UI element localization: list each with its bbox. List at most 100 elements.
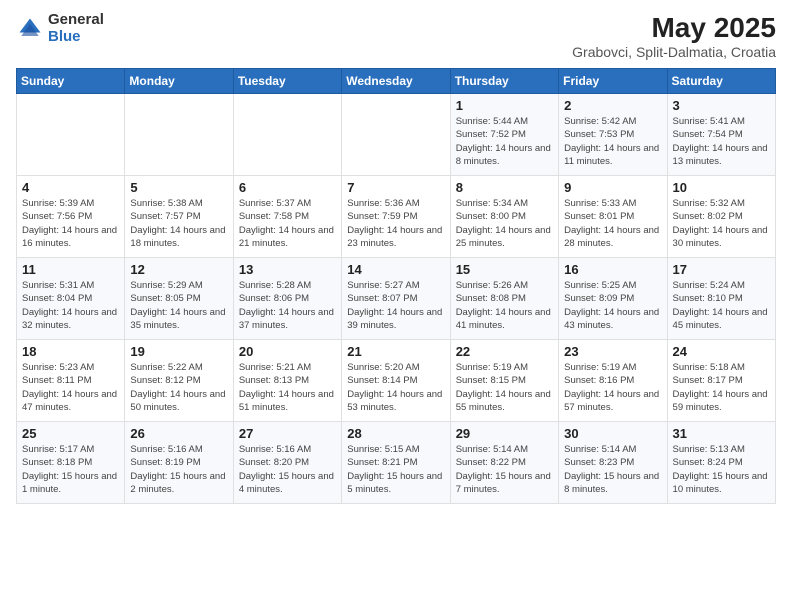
calendar-week-5: 25Sunrise: 5:17 AM Sunset: 8:18 PM Dayli…: [17, 422, 776, 504]
calendar-cell: 10Sunrise: 5:32 AM Sunset: 8:02 PM Dayli…: [667, 176, 775, 258]
day-detail: Sunrise: 5:19 AM Sunset: 8:16 PM Dayligh…: [564, 361, 661, 414]
col-wednesday: Wednesday: [342, 69, 450, 94]
calendar-cell: 29Sunrise: 5:14 AM Sunset: 8:22 PM Dayli…: [450, 422, 558, 504]
day-number: 1: [456, 98, 553, 113]
day-number: 21: [347, 344, 444, 359]
day-number: 30: [564, 426, 661, 441]
day-number: 16: [564, 262, 661, 277]
calendar-cell: 2 Sunrise: 5:42 AM Sunset: 7:53 PM Daylig…: [559, 94, 667, 176]
calendar-cell: 23 Sunrise: 5:19 AM Sunset: 8:16 PM Dayli…: [559, 340, 667, 422]
calendar-cell: 16 Sunrise: 5:25 AM Sunset: 8:09 PM Dayli…: [559, 258, 667, 340]
calendar-cell: 9Sunrise: 5:33 AM Sunset: 8:01 PM Daylig…: [559, 176, 667, 258]
day-detail: Sunrise: 5:38 AM Sunset: 7:57 PM Dayligh…: [130, 197, 227, 250]
day-number: 5: [130, 180, 227, 195]
col-friday: Friday: [559, 69, 667, 94]
day-detail: Sunrise: 5:16 AM Sunset: 8:20 PM Dayligh…: [239, 443, 336, 496]
logo-general-text: General: [48, 12, 104, 29]
day-detail: Sunrise: 5:19 AM Sunset: 8:15 PM Dayligh…: [456, 361, 553, 414]
day-number: 2: [564, 98, 661, 113]
day-detail: Sunrise: 5:25 AM Sunset: 8:09 PM Dayligh…: [564, 279, 661, 332]
calendar-week-3: 11Sunrise: 5:31 AM Sunset: 8:04 PM Dayli…: [17, 258, 776, 340]
logo-blue-text: Blue: [48, 29, 104, 46]
day-detail: Sunrise: 5:14 AM Sunset: 8:22 PM Dayligh…: [456, 443, 553, 496]
day-detail: Sunrise: 5:24 AM Sunset: 8:10 PM Dayligh…: [673, 279, 770, 332]
day-detail: Sunrise: 5:34 AM Sunset: 8:00 PM Dayligh…: [456, 197, 553, 250]
day-number: 6: [239, 180, 336, 195]
calendar-cell: 7 Sunrise: 5:36 AM Sunset: 7:59 PM Daylig…: [342, 176, 450, 258]
col-thursday: Thursday: [450, 69, 558, 94]
calendar-week-4: 18 Sunrise: 5:23 AM Sunset: 8:11 PM Dayli…: [17, 340, 776, 422]
calendar-body: 1 Sunrise: 5:44 AM Sunset: 7:52 PM Daylig…: [17, 94, 776, 504]
day-detail: Sunrise: 5:14 AM Sunset: 8:23 PM Dayligh…: [564, 443, 661, 496]
day-number: 23: [564, 344, 661, 359]
calendar-cell: 4Sunrise: 5:39 AM Sunset: 7:56 PM Daylig…: [17, 176, 125, 258]
day-number: 13: [239, 262, 336, 277]
day-detail: Sunrise: 5:41 AM Sunset: 7:54 PM Dayligh…: [673, 115, 770, 168]
page-container: General Blue May 2025 Grabovci, Split-Da…: [0, 0, 792, 512]
calendar-cell: [17, 94, 125, 176]
day-detail: Sunrise: 5:37 AM Sunset: 7:58 PM Dayligh…: [239, 197, 336, 250]
col-sunday: Sunday: [17, 69, 125, 94]
day-detail: Sunrise: 5:33 AM Sunset: 8:01 PM Dayligh…: [564, 197, 661, 250]
day-detail: Sunrise: 5:32 AM Sunset: 8:02 PM Dayligh…: [673, 197, 770, 250]
day-number: 19: [130, 344, 227, 359]
day-detail: Sunrise: 5:18 AM Sunset: 8:17 PM Dayligh…: [673, 361, 770, 414]
day-number: 17: [673, 262, 770, 277]
calendar-cell: [125, 94, 233, 176]
day-detail: Sunrise: 5:21 AM Sunset: 8:13 PM Dayligh…: [239, 361, 336, 414]
day-number: 18: [22, 344, 119, 359]
calendar-cell: 5 Sunrise: 5:38 AM Sunset: 7:57 PM Daylig…: [125, 176, 233, 258]
day-detail: Sunrise: 5:36 AM Sunset: 7:59 PM Dayligh…: [347, 197, 444, 250]
day-detail: Sunrise: 5:23 AM Sunset: 8:11 PM Dayligh…: [22, 361, 119, 414]
day-detail: Sunrise: 5:39 AM Sunset: 7:56 PM Dayligh…: [22, 197, 119, 250]
day-detail: Sunrise: 5:22 AM Sunset: 8:12 PM Dayligh…: [130, 361, 227, 414]
day-number: 15: [456, 262, 553, 277]
calendar-cell: [342, 94, 450, 176]
day-detail: Sunrise: 5:20 AM Sunset: 8:14 PM Dayligh…: [347, 361, 444, 414]
day-number: 20: [239, 344, 336, 359]
calendar-cell: 24 Sunrise: 5:18 AM Sunset: 8:17 PM Dayli…: [667, 340, 775, 422]
calendar-cell: 27 Sunrise: 5:16 AM Sunset: 8:20 PM Dayli…: [233, 422, 341, 504]
calendar-header: Sunday Monday Tuesday Wednesday Thursday…: [17, 69, 776, 94]
day-number: 14: [347, 262, 444, 277]
day-number: 22: [456, 344, 553, 359]
day-detail: Sunrise: 5:16 AM Sunset: 8:19 PM Dayligh…: [130, 443, 227, 496]
day-detail: Sunrise: 5:26 AM Sunset: 8:08 PM Dayligh…: [456, 279, 553, 332]
title-block: May 2025 Grabovci, Split-Dalmatia, Croat…: [572, 12, 776, 60]
day-number: 27: [239, 426, 336, 441]
day-number: 28: [347, 426, 444, 441]
calendar-cell: 17 Sunrise: 5:24 AM Sunset: 8:10 PM Dayli…: [667, 258, 775, 340]
calendar-cell: 25Sunrise: 5:17 AM Sunset: 8:18 PM Dayli…: [17, 422, 125, 504]
calendar-cell: [233, 94, 341, 176]
calendar-cell: 31 Sunrise: 5:13 AM Sunset: 8:24 PM Dayli…: [667, 422, 775, 504]
page-header: General Blue May 2025 Grabovci, Split-Da…: [16, 12, 776, 60]
logo-icon: [16, 15, 44, 43]
col-saturday: Saturday: [667, 69, 775, 94]
calendar-cell: 13 Sunrise: 5:28 AM Sunset: 8:06 PM Dayli…: [233, 258, 341, 340]
logo: General Blue: [16, 12, 104, 45]
calendar-cell: 26 Sunrise: 5:16 AM Sunset: 8:19 PM Dayli…: [125, 422, 233, 504]
day-number: 3: [673, 98, 770, 113]
calendar-week-2: 4Sunrise: 5:39 AM Sunset: 7:56 PM Daylig…: [17, 176, 776, 258]
calendar-cell: 30 Sunrise: 5:14 AM Sunset: 8:23 PM Dayli…: [559, 422, 667, 504]
day-number: 12: [130, 262, 227, 277]
day-number: 31: [673, 426, 770, 441]
calendar-cell: 22 Sunrise: 5:19 AM Sunset: 8:15 PM Dayli…: [450, 340, 558, 422]
day-number: 24: [673, 344, 770, 359]
day-number: 11: [22, 262, 119, 277]
col-tuesday: Tuesday: [233, 69, 341, 94]
day-detail: Sunrise: 5:28 AM Sunset: 8:06 PM Dayligh…: [239, 279, 336, 332]
calendar-cell: 18 Sunrise: 5:23 AM Sunset: 8:11 PM Dayli…: [17, 340, 125, 422]
calendar-cell: 21 Sunrise: 5:20 AM Sunset: 8:14 PM Dayli…: [342, 340, 450, 422]
day-number: 7: [347, 180, 444, 195]
day-detail: Sunrise: 5:44 AM Sunset: 7:52 PM Dayligh…: [456, 115, 553, 168]
day-number: 25: [22, 426, 119, 441]
day-number: 26: [130, 426, 227, 441]
subtitle: Grabovci, Split-Dalmatia, Croatia: [572, 44, 776, 60]
calendar-cell: 1 Sunrise: 5:44 AM Sunset: 7:52 PM Daylig…: [450, 94, 558, 176]
day-detail: Sunrise: 5:13 AM Sunset: 8:24 PM Dayligh…: [673, 443, 770, 496]
day-detail: Sunrise: 5:42 AM Sunset: 7:53 PM Dayligh…: [564, 115, 661, 168]
calendar-cell: 19 Sunrise: 5:22 AM Sunset: 8:12 PM Dayli…: [125, 340, 233, 422]
logo-text: General Blue: [48, 12, 104, 45]
header-row: Sunday Monday Tuesday Wednesday Thursday…: [17, 69, 776, 94]
